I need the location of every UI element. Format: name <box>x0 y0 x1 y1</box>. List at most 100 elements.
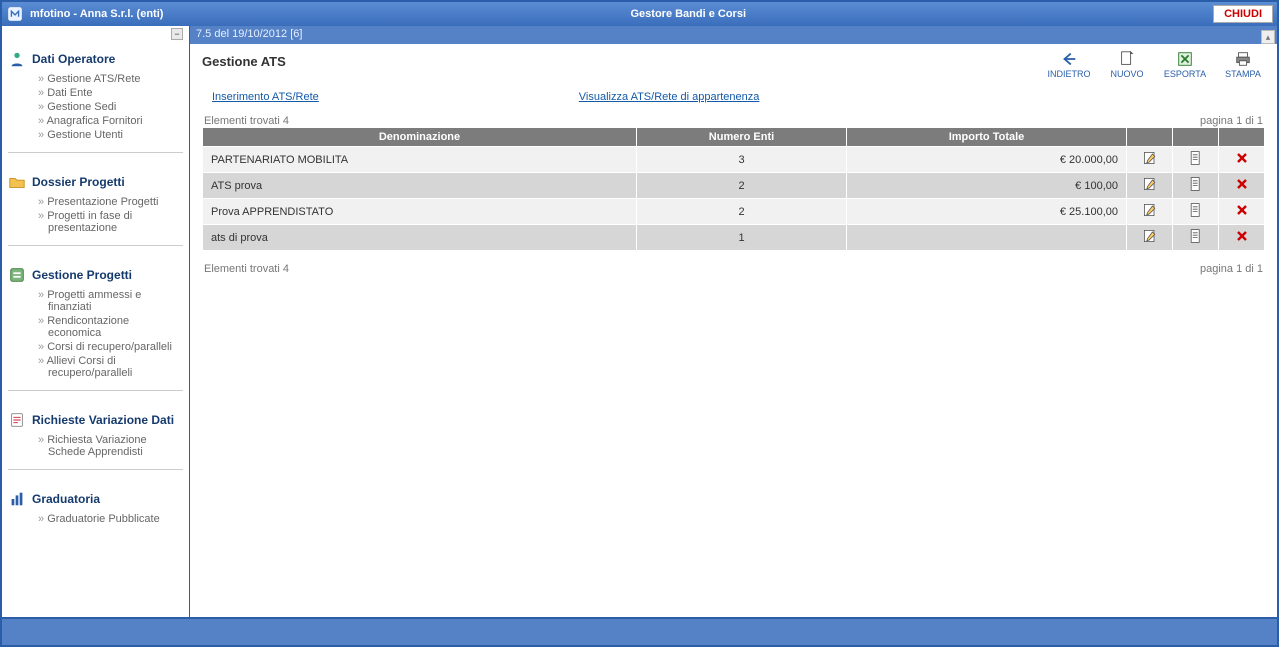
arrow-left-icon <box>1060 50 1078 68</box>
sidebar-item-gestione-utenti[interactable]: Gestione Utenti <box>38 128 183 142</box>
table-row: ats di prova1 <box>203 225 1265 251</box>
toolbar: INDIETRO NUOVO ESPORTA <box>1047 50 1265 79</box>
document-icon <box>1188 209 1204 221</box>
table-row: Prova APPRENDISTATO2€ 25.100,00 <box>203 199 1265 225</box>
toolbar-label: INDIETRO <box>1047 69 1090 79</box>
footer-bar <box>2 617 1277 645</box>
export-button[interactable]: ESPORTA <box>1163 50 1207 79</box>
sidebar-item-anagrafica-fornitori[interactable]: Anagrafica Fornitori <box>38 114 183 128</box>
edit-row-button[interactable] <box>1127 225 1173 251</box>
print-icon <box>1234 50 1252 68</box>
sidebar-item-dati-ente[interactable]: Dati Ente <box>38 86 183 100</box>
delete-row-button[interactable] <box>1219 225 1265 251</box>
divider <box>8 245 183 246</box>
new-doc-icon <box>1118 50 1136 68</box>
scroll-up-button[interactable]: ▴ <box>1261 30 1275 44</box>
table-row: PARTENARIATO MOBILITA3€ 20.000,00 <box>203 147 1265 173</box>
delete-icon <box>1234 183 1250 195</box>
sidebar-item-corsi-recupero[interactable]: Corsi di recupero/paralleli <box>38 340 183 354</box>
col-actions-edit <box>1127 128 1173 147</box>
main: 7.5 del 19/10/2012 [6] INDIETRO NUOVO <box>190 26 1277 617</box>
cell-denominazione: ats di prova <box>203 225 637 251</box>
toolbar-label: ESPORTA <box>1164 69 1206 79</box>
menu-title[interactable]: Dati Operatore <box>8 48 183 70</box>
cell-importo-totale: € 100,00 <box>847 173 1127 199</box>
delete-row-button[interactable] <box>1219 173 1265 199</box>
app-icon <box>6 5 24 23</box>
app-title: Gestore Bandi e Corsi <box>163 8 1213 20</box>
cell-denominazione: PARTENARIATO MOBILITA <box>203 147 637 173</box>
menu-section-richieste-variazione: Richieste Variazione Dati Richiesta Vari… <box>8 409 183 470</box>
document-icon <box>1188 157 1204 169</box>
version-bar: 7.5 del 19/10/2012 [6] <box>190 26 1277 44</box>
user-title: mfotino - Anna S.r.l. (enti) <box>30 8 163 20</box>
edit-row-button[interactable] <box>1127 147 1173 173</box>
folder-icon <box>8 173 26 191</box>
edit-icon <box>1142 157 1158 169</box>
print-button[interactable]: STAMPA <box>1221 50 1265 79</box>
sidebar-item-allievi-corsi[interactable]: Allievi Corsi di recupero/paralleli <box>38 354 183 380</box>
edit-row-button[interactable] <box>1127 173 1173 199</box>
menu-section-dossier-progetti: Dossier Progetti Presentazione Progetti … <box>8 171 183 246</box>
col-denominazione[interactable]: Denominazione <box>203 128 637 147</box>
edit-icon <box>1142 209 1158 221</box>
divider <box>8 390 183 391</box>
page-indicator-bottom: pagina 1 di 1 <box>1200 263 1263 275</box>
menu-title-label: Dati Operatore <box>32 52 115 66</box>
cell-denominazione: ATS prova <box>203 173 637 199</box>
back-button[interactable]: INDIETRO <box>1047 50 1091 79</box>
view-row-button[interactable] <box>1173 199 1219 225</box>
sidebar-item-gestione-sedi[interactable]: Gestione Sedi <box>38 100 183 114</box>
document-icon <box>1188 235 1204 247</box>
user-icon <box>8 50 26 68</box>
sidebar: − Dati Operatore Gestione ATS/Rete Dati … <box>2 26 190 617</box>
tab-inserimento[interactable]: Inserimento ATS/Rete <box>212 91 319 103</box>
results-count-top: Elementi trovati 4 <box>204 115 289 127</box>
sidebar-item-presentazione-progetti[interactable]: Presentazione Progetti <box>38 195 183 209</box>
toolbar-label: NUOVO <box>1110 69 1143 79</box>
view-row-button[interactable] <box>1173 147 1219 173</box>
delete-icon <box>1234 235 1250 247</box>
project-icon <box>8 266 26 284</box>
cell-numero-enti: 1 <box>637 225 847 251</box>
menu-title-label: Richieste Variazione Dati <box>32 413 174 427</box>
edit-icon <box>1142 183 1158 195</box>
col-actions-view <box>1173 128 1219 147</box>
menu-title-label: Graduatoria <box>32 492 100 506</box>
menu-title[interactable]: Dossier Progetti <box>8 171 183 193</box>
sidebar-collapse-button[interactable]: − <box>171 28 183 40</box>
excel-icon <box>1176 50 1194 68</box>
toolbar-label: STAMPA <box>1225 69 1261 79</box>
sidebar-item-gestione-ats[interactable]: Gestione ATS/Rete <box>38 72 183 86</box>
sidebar-item-progetti-ammessi[interactable]: Progetti ammessi e finanziati <box>38 288 183 314</box>
sidebar-item-rendicontazione[interactable]: Rendicontazione economica <box>38 314 183 340</box>
cell-numero-enti: 3 <box>637 147 847 173</box>
new-button[interactable]: NUOVO <box>1105 50 1149 79</box>
sidebar-item-progetti-in-fase[interactable]: Progetti in fase di presentazione <box>38 209 183 235</box>
col-importo-totale[interactable]: Importo Totale <box>847 128 1127 147</box>
delete-icon <box>1234 209 1250 221</box>
delete-row-button[interactable] <box>1219 199 1265 225</box>
close-button[interactable]: CHIUDI <box>1213 5 1273 23</box>
divider <box>8 469 183 470</box>
ranking-icon <box>8 490 26 508</box>
view-row-button[interactable] <box>1173 173 1219 199</box>
col-actions-delete <box>1219 128 1265 147</box>
tab-visualizza[interactable]: Visualizza ATS/Rete di appartenenza <box>579 91 760 103</box>
menu-title[interactable]: Gestione Progetti <box>8 264 183 286</box>
title-bar: mfotino - Anna S.r.l. (enti) Gestore Ban… <box>2 2 1277 26</box>
menu-title-label: Gestione Progetti <box>32 268 132 282</box>
sidebar-item-graduatorie-pubblicate[interactable]: Graduatorie Pubblicate <box>38 512 183 526</box>
sidebar-item-richiesta-variazione[interactable]: Richiesta Variazione Schede Apprendisti <box>38 433 183 459</box>
cell-importo-totale: € 25.100,00 <box>847 199 1127 225</box>
menu-title[interactable]: Richieste Variazione Dati <box>8 409 183 431</box>
divider <box>8 152 183 153</box>
view-row-button[interactable] <box>1173 225 1219 251</box>
col-numero-enti[interactable]: Numero Enti <box>637 128 847 147</box>
menu-section-dati-operatore: Dati Operatore Gestione ATS/Rete Dati En… <box>8 48 183 153</box>
edit-row-button[interactable] <box>1127 199 1173 225</box>
menu-title[interactable]: Graduatoria <box>8 488 183 510</box>
cell-importo-totale <box>847 225 1127 251</box>
ats-table: Denominazione Numero Enti Importo Totale… <box>202 127 1265 251</box>
delete-row-button[interactable] <box>1219 147 1265 173</box>
